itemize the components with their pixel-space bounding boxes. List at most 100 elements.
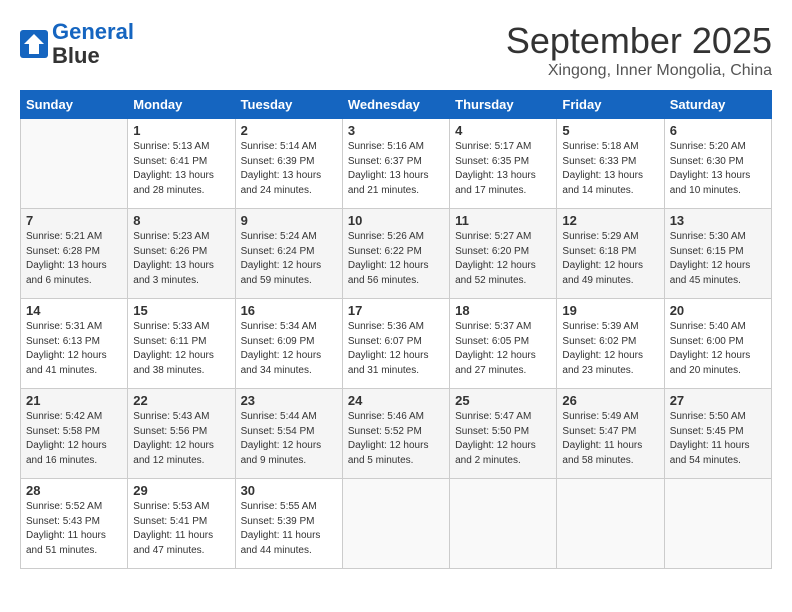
day-number: 22: [133, 393, 229, 408]
weekday-header-row: SundayMondayTuesdayWednesdayThursdayFrid…: [21, 91, 772, 119]
day-number: 26: [562, 393, 658, 408]
day-info: Sunrise: 5:47 AM Sunset: 5:50 PM Dayligh…: [455, 410, 551, 468]
calendar-cell: 5Sunrise: 5:18 AM Sunset: 6:33 PM Daylig…: [557, 119, 664, 209]
day-info: Sunrise: 5:44 AM Sunset: 5:54 PM Dayligh…: [241, 410, 337, 468]
day-number: 12: [562, 213, 658, 228]
day-number: 9: [241, 213, 337, 228]
weekday-header-saturday: Saturday: [664, 91, 771, 119]
day-number: 11: [455, 213, 551, 228]
day-info: Sunrise: 5:31 AM Sunset: 6:13 PM Dayligh…: [26, 320, 122, 378]
calendar-cell: 21 Sunrise: 5:42 AM Sunset: 5:58 PM Dayli…: [21, 389, 128, 479]
day-number: 30: [241, 483, 337, 498]
day-number: 25: [455, 393, 551, 408]
page-header: General Blue September 2025 Xingong, Inn…: [20, 20, 772, 80]
day-number: 8: [133, 213, 229, 228]
calendar-cell: 20 Sunrise: 5:40 AM Sunset: 6:00 PM Dayli…: [664, 299, 771, 389]
calendar-cell: 7Sunrise: 5:21 AM Sunset: 6:28 PM Daylig…: [21, 209, 128, 299]
day-number: 3: [348, 123, 444, 138]
day-number: 24: [348, 393, 444, 408]
calendar-week-row: 28 Sunrise: 5:52 AM Sunset: 5:43 PM Dayli…: [21, 479, 772, 569]
day-info: Sunrise: 5:30 AM Sunset: 6:15 PM Dayligh…: [670, 230, 766, 288]
calendar-cell: [450, 479, 557, 569]
day-number: 19: [562, 303, 658, 318]
day-info: Sunrise: 5:18 AM Sunset: 6:33 PM Dayligh…: [562, 140, 658, 198]
calendar-cell: 18 Sunrise: 5:37 AM Sunset: 6:05 PM Dayli…: [450, 299, 557, 389]
calendar-cell: 22 Sunrise: 5:43 AM Sunset: 5:56 PM Dayli…: [128, 389, 235, 479]
weekday-header-sunday: Sunday: [21, 91, 128, 119]
calendar-cell: 16 Sunrise: 5:34 AM Sunset: 6:09 PM Dayli…: [235, 299, 342, 389]
day-number: 21: [26, 393, 122, 408]
day-number: 27: [670, 393, 766, 408]
day-info: Sunrise: 5:49 AM Sunset: 5:47 PM Dayligh…: [562, 410, 658, 468]
day-info: Sunrise: 5:26 AM Sunset: 6:22 PM Dayligh…: [348, 230, 444, 288]
calendar-cell: 10 Sunrise: 5:26 AM Sunset: 6:22 PM Dayli…: [342, 209, 449, 299]
day-number: 18: [455, 303, 551, 318]
calendar-cell: 17 Sunrise: 5:36 AM Sunset: 6:07 PM Dayli…: [342, 299, 449, 389]
day-number: 14: [26, 303, 122, 318]
calendar-cell: 9 Sunrise: 5:24 AM Sunset: 6:24 PM Daylig…: [235, 209, 342, 299]
day-info: Sunrise: 5:42 AM Sunset: 5:58 PM Dayligh…: [26, 410, 122, 468]
day-info: Sunrise: 5:17 AM Sunset: 6:35 PM Dayligh…: [455, 140, 551, 198]
title-block: September 2025 Xingong, Inner Mongolia, …: [506, 20, 772, 80]
logo-icon: [20, 30, 48, 58]
calendar-cell: 12 Sunrise: 5:29 AM Sunset: 6:18 PM Dayli…: [557, 209, 664, 299]
weekday-header-thursday: Thursday: [450, 91, 557, 119]
day-number: 1: [133, 123, 229, 138]
calendar-cell: 8Sunrise: 5:23 AM Sunset: 6:26 PM Daylig…: [128, 209, 235, 299]
weekday-header-tuesday: Tuesday: [235, 91, 342, 119]
calendar-table: SundayMondayTuesdayWednesdayThursdayFrid…: [20, 90, 772, 569]
day-info: Sunrise: 5:52 AM Sunset: 5:43 PM Dayligh…: [26, 500, 122, 558]
calendar-cell: 19 Sunrise: 5:39 AM Sunset: 6:02 PM Dayli…: [557, 299, 664, 389]
day-number: 16: [241, 303, 337, 318]
calendar-cell: 15Sunrise: 5:33 AM Sunset: 6:11 PM Dayli…: [128, 299, 235, 389]
calendar-cell: 1 Sunrise: 5:13 AM Sunset: 6:41 PM Daylig…: [128, 119, 235, 209]
calendar-cell: 27 Sunrise: 5:50 AM Sunset: 5:45 PM Dayli…: [664, 389, 771, 479]
day-info: Sunrise: 5:36 AM Sunset: 6:07 PM Dayligh…: [348, 320, 444, 378]
day-number: 20: [670, 303, 766, 318]
day-info: Sunrise: 5:34 AM Sunset: 6:09 PM Dayligh…: [241, 320, 337, 378]
calendar-cell: 14 Sunrise: 5:31 AM Sunset: 6:13 PM Dayli…: [21, 299, 128, 389]
calendar-cell: [557, 479, 664, 569]
calendar-week-row: 1 Sunrise: 5:13 AM Sunset: 6:41 PM Daylig…: [21, 119, 772, 209]
day-info: Sunrise: 5:16 AM Sunset: 6:37 PM Dayligh…: [348, 140, 444, 198]
calendar-week-row: 21 Sunrise: 5:42 AM Sunset: 5:58 PM Dayli…: [21, 389, 772, 479]
calendar-cell: 26 Sunrise: 5:49 AM Sunset: 5:47 PM Dayli…: [557, 389, 664, 479]
day-info: Sunrise: 5:50 AM Sunset: 5:45 PM Dayligh…: [670, 410, 766, 468]
weekday-header-friday: Friday: [557, 91, 664, 119]
day-info: Sunrise: 5:27 AM Sunset: 6:20 PM Dayligh…: [455, 230, 551, 288]
logo: General Blue: [20, 20, 134, 68]
day-number: 17: [348, 303, 444, 318]
day-info: Sunrise: 5:43 AM Sunset: 5:56 PM Dayligh…: [133, 410, 229, 468]
calendar-cell: 28 Sunrise: 5:52 AM Sunset: 5:43 PM Dayli…: [21, 479, 128, 569]
day-info: Sunrise: 5:40 AM Sunset: 6:00 PM Dayligh…: [670, 320, 766, 378]
day-info: Sunrise: 5:29 AM Sunset: 6:18 PM Dayligh…: [562, 230, 658, 288]
weekday-header-monday: Monday: [128, 91, 235, 119]
calendar-cell: 4Sunrise: 5:17 AM Sunset: 6:35 PM Daylig…: [450, 119, 557, 209]
calendar-cell: [21, 119, 128, 209]
day-number: 10: [348, 213, 444, 228]
day-number: 28: [26, 483, 122, 498]
day-info: Sunrise: 5:53 AM Sunset: 5:41 PM Dayligh…: [133, 500, 229, 558]
day-info: Sunrise: 5:21 AM Sunset: 6:28 PM Dayligh…: [26, 230, 122, 288]
month-title: September 2025: [506, 20, 772, 62]
day-info: Sunrise: 5:24 AM Sunset: 6:24 PM Dayligh…: [241, 230, 337, 288]
day-info: Sunrise: 5:20 AM Sunset: 6:30 PM Dayligh…: [670, 140, 766, 198]
day-number: 13: [670, 213, 766, 228]
day-info: Sunrise: 5:55 AM Sunset: 5:39 PM Dayligh…: [241, 500, 337, 558]
calendar-cell: 13 Sunrise: 5:30 AM Sunset: 6:15 PM Dayli…: [664, 209, 771, 299]
day-info: Sunrise: 5:39 AM Sunset: 6:02 PM Dayligh…: [562, 320, 658, 378]
calendar-cell: 25 Sunrise: 5:47 AM Sunset: 5:50 PM Dayli…: [450, 389, 557, 479]
calendar-week-row: 7Sunrise: 5:21 AM Sunset: 6:28 PM Daylig…: [21, 209, 772, 299]
calendar-week-row: 14 Sunrise: 5:31 AM Sunset: 6:13 PM Dayli…: [21, 299, 772, 389]
day-info: Sunrise: 5:37 AM Sunset: 6:05 PM Dayligh…: [455, 320, 551, 378]
day-number: 6: [670, 123, 766, 138]
calendar-cell: 2Sunrise: 5:14 AM Sunset: 6:39 PM Daylig…: [235, 119, 342, 209]
calendar-cell: 24 Sunrise: 5:46 AM Sunset: 5:52 PM Dayli…: [342, 389, 449, 479]
day-info: Sunrise: 5:46 AM Sunset: 5:52 PM Dayligh…: [348, 410, 444, 468]
day-number: 15: [133, 303, 229, 318]
day-number: 2: [241, 123, 337, 138]
day-info: Sunrise: 5:13 AM Sunset: 6:41 PM Dayligh…: [133, 140, 229, 198]
location-subtitle: Xingong, Inner Mongolia, China: [506, 62, 772, 80]
logo-line2: Blue: [52, 43, 100, 68]
day-number: 29: [133, 483, 229, 498]
